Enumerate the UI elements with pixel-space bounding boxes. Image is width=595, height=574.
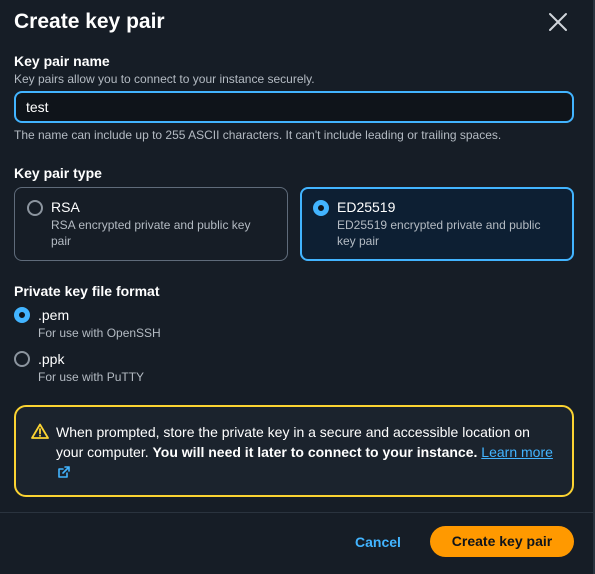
ppk-option-title[interactable]: .ppk: [38, 351, 64, 367]
rsa-option-description-line1: RSA encrypted private and public key: [51, 218, 251, 232]
key-pair-name-label: Key pair name: [14, 53, 110, 69]
pem-option-description: For use with OpenSSH: [38, 326, 161, 340]
warning-icon: [31, 423, 49, 439]
ppk-option-description: For use with PuTTY: [38, 370, 145, 384]
warning-text-bold: You will need it later to connect to you…: [152, 444, 478, 460]
key-pair-name-description: Key pairs allow you to connect to your i…: [14, 72, 315, 86]
cancel-button[interactable]: Cancel: [344, 527, 412, 557]
ed25519-radio[interactable]: [313, 200, 329, 216]
key-type-option-ed25519[interactable]: ED25519 ED25519 encrypted private and pu…: [300, 187, 574, 261]
ppk-radio[interactable]: [14, 351, 30, 367]
learn-more-label[interactable]: Learn more: [481, 444, 553, 460]
dialog-title: Create key pair: [14, 10, 165, 33]
pem-option-title[interactable]: .pem: [38, 307, 69, 323]
rsa-radio[interactable]: [27, 200, 43, 216]
close-button[interactable]: [547, 11, 569, 33]
external-link-icon: [58, 466, 70, 478]
dialog-header: Create key pair: [14, 8, 579, 36]
create-key-pair-button[interactable]: Create key pair: [430, 526, 574, 557]
file-format-label: Private key file format: [14, 283, 160, 299]
key-pair-name-constraint: The name can include up to 255 ASCII cha…: [14, 128, 502, 142]
warning-alert: When prompted, store the private key in …: [14, 405, 574, 497]
key-pair-name-input[interactable]: [14, 91, 574, 123]
footer-divider: [0, 512, 595, 513]
rsa-option-description-line2: pair: [51, 234, 72, 248]
warning-alert-text: When prompted, store the private key in …: [56, 422, 556, 482]
create-key-pair-dialog: Create key pair Key pair name Key pairs …: [0, 0, 595, 574]
key-type-option-rsa[interactable]: RSA RSA encrypted private and public key…: [14, 187, 288, 261]
ed25519-option-description-line2: key pair: [337, 234, 380, 248]
ed25519-option-description-line1: ED25519 encrypted private and public: [337, 218, 541, 232]
close-icon: [549, 13, 567, 31]
pem-radio[interactable]: [14, 307, 30, 323]
ed25519-option-title: ED25519: [337, 199, 396, 215]
key-pair-type-label: Key pair type: [14, 165, 102, 181]
rsa-option-title: RSA: [51, 199, 80, 215]
